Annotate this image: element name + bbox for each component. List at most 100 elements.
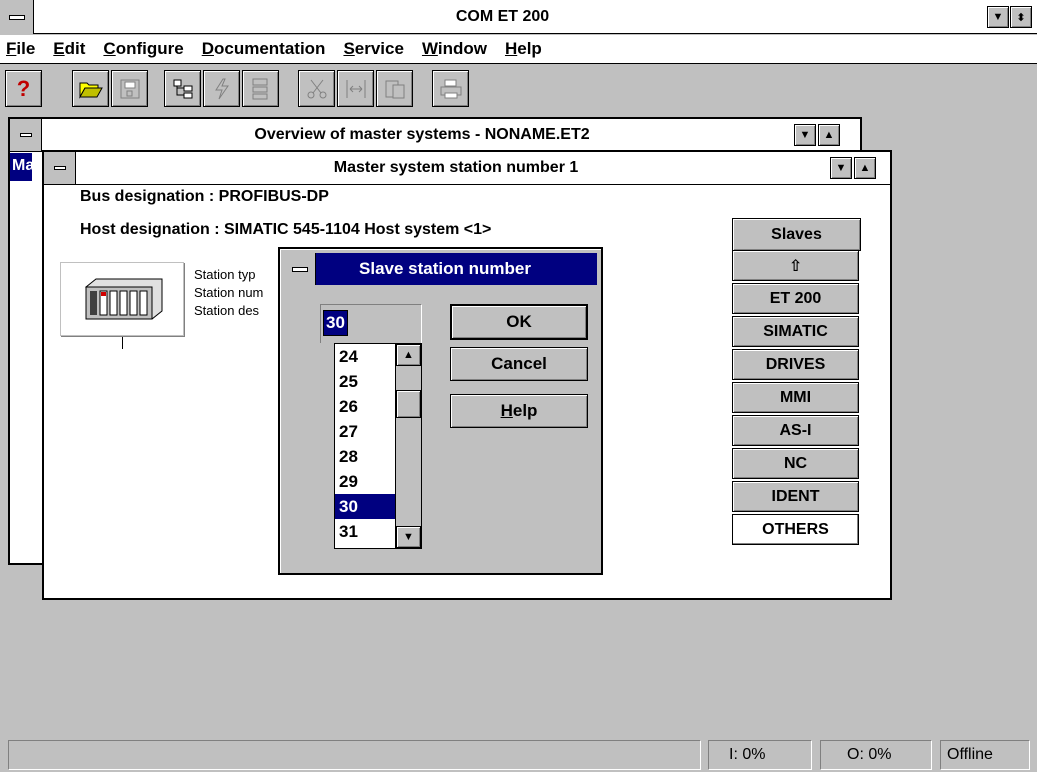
master-maximize-button[interactable]: ▲ xyxy=(854,157,876,179)
tree-button[interactable] xyxy=(242,70,279,107)
list-item[interactable]: 31 xyxy=(335,519,395,544)
scroll-thumb[interactable] xyxy=(396,390,421,418)
overview-list-item[interactable]: Ma xyxy=(10,153,32,181)
overview-title: Overview of master systems - NONAME.ET2 xyxy=(254,126,590,143)
slaves-header: Slaves xyxy=(732,218,861,251)
list-item[interactable]: 25 xyxy=(335,369,395,394)
menu-label: dit xyxy=(64,39,86,58)
slave-nc-button[interactable]: NC xyxy=(732,448,859,479)
list-item[interactable]: 28 xyxy=(335,444,395,469)
app-title: COM ET 200 xyxy=(455,8,550,25)
ok-button[interactable]: OK xyxy=(450,304,588,340)
cancel-button[interactable]: Cancel xyxy=(450,347,588,381)
restore-button[interactable]: ⬍ xyxy=(1010,6,1032,28)
menu-window[interactable]: Window xyxy=(413,39,496,59)
station-connector xyxy=(122,337,123,349)
ok-label: OK xyxy=(506,312,532,331)
list-item[interactable]: 27 xyxy=(335,419,395,444)
save-button[interactable] xyxy=(111,70,148,107)
slave-drives-button[interactable]: DRIVES xyxy=(732,349,859,380)
transfer-icon xyxy=(214,78,229,99)
list-scrollbar[interactable]: ▲ ▼ xyxy=(395,344,421,548)
save-icon xyxy=(120,79,139,98)
master-system-menu[interactable] xyxy=(44,152,76,184)
station-designation-label: Station des xyxy=(194,303,260,318)
list-item[interactable]: 24 xyxy=(335,344,395,369)
menu-documentation[interactable]: Documentation xyxy=(193,39,335,59)
slave-station-dialog: Slave station number 30 24 25 26 27 28 2… xyxy=(278,247,603,575)
station-number-input[interactable]: 30 xyxy=(320,304,422,343)
station-number-list[interactable]: 24 25 26 27 28 29 30 31 ▲ ▼ xyxy=(334,343,422,549)
system-menu-button[interactable] xyxy=(0,0,34,34)
menu-service[interactable]: Service xyxy=(334,39,413,59)
cut-icon xyxy=(307,79,326,98)
list-item-selected[interactable]: 30 xyxy=(335,494,395,519)
copy-icon xyxy=(385,80,404,98)
restore-icon: ⬍ xyxy=(1016,11,1026,24)
menu-file[interactable]: File xyxy=(0,39,44,59)
list-items: 24 25 26 27 28 29 30 31 xyxy=(335,344,395,544)
network-icon xyxy=(173,79,192,98)
split-icon xyxy=(346,79,365,98)
minimize-button[interactable]: ▼ xyxy=(987,6,1009,28)
list-item[interactable]: 29 xyxy=(335,469,395,494)
master-minimize-button[interactable]: ▼ xyxy=(830,157,852,179)
dialog-system-menu[interactable] xyxy=(284,253,316,285)
overview-maximize-button[interactable]: ▲ xyxy=(818,124,840,146)
scroll-down-icon: ▼ xyxy=(403,531,414,543)
menu-accel: F xyxy=(6,39,17,58)
slaves-header-label: Slaves xyxy=(771,225,822,243)
help-accel: H xyxy=(500,401,513,420)
menu-accel: W xyxy=(421,39,438,58)
system-menu-icon xyxy=(291,266,308,272)
maximize-icon: ▲ xyxy=(859,162,871,174)
slave-others-button[interactable]: OTHERS xyxy=(732,514,859,545)
menu-help[interactable]: Help xyxy=(496,39,551,59)
bus-designation: Bus designation : PROFIBUS-DP xyxy=(80,188,329,205)
dialog-title: Slave station number xyxy=(359,259,531,278)
overview-system-menu[interactable] xyxy=(10,119,42,151)
print-button[interactable] xyxy=(432,70,469,107)
help-label: elp xyxy=(512,401,538,420)
host-designation: Host designation : SIMATIC 545-1104 Host… xyxy=(80,221,492,238)
status-mode: Offline xyxy=(940,740,1030,770)
minimize-icon: ▼ xyxy=(799,129,811,141)
menu-accel: D xyxy=(201,39,214,58)
minimize-icon: ▼ xyxy=(992,11,1004,23)
slave-simatic-button[interactable]: SIMATIC xyxy=(732,316,859,347)
open-button[interactable] xyxy=(72,70,109,107)
app-titlebar: COM ET 200 ▼ ⬍ xyxy=(0,0,1037,34)
slave-mmi-button[interactable]: MMI xyxy=(732,382,859,413)
help-icon: ? xyxy=(16,75,31,101)
network-button[interactable] xyxy=(164,70,201,107)
master-titlebar: Master system station number 1 ▼ ▲ xyxy=(44,152,890,185)
menu-accel: S xyxy=(343,39,355,58)
help-button[interactable]: ? xyxy=(5,70,42,107)
slave-et200-button[interactable]: ET 200 xyxy=(732,283,859,314)
overview-minimize-button[interactable]: ▼ xyxy=(794,124,816,146)
slaves-up-button[interactable]: ⇧ xyxy=(732,250,859,281)
help-dialog-button[interactable]: Help xyxy=(450,394,588,428)
menu-edit[interactable]: Edit xyxy=(44,39,94,59)
scroll-up-button[interactable]: ▲ xyxy=(396,344,421,366)
menu-configure[interactable]: Configure xyxy=(94,39,192,59)
copy-button[interactable] xyxy=(376,70,413,107)
master-title: Master system station number 1 xyxy=(333,159,579,176)
minimize-icon: ▼ xyxy=(835,162,847,174)
up-arrow-icon: ⇧ xyxy=(788,257,803,275)
menu-label: ile xyxy=(16,39,36,58)
menu-label: ervice xyxy=(354,39,404,58)
scroll-down-button[interactable]: ▼ xyxy=(396,526,421,548)
slave-asi-button[interactable]: AS-I xyxy=(732,415,859,446)
slave-ident-button[interactable]: IDENT xyxy=(732,481,859,512)
station-icon[interactable] xyxy=(60,262,184,336)
cut-button[interactable] xyxy=(298,70,335,107)
status-input: I: 0% xyxy=(708,740,812,770)
status-message xyxy=(8,740,701,770)
menu-label: onfigure xyxy=(115,39,184,58)
list-item[interactable]: 26 xyxy=(335,394,395,419)
split-button[interactable] xyxy=(337,70,374,107)
open-folder-icon xyxy=(78,82,103,99)
transfer-button[interactable] xyxy=(203,70,240,107)
maximize-icon: ▲ xyxy=(823,129,835,141)
